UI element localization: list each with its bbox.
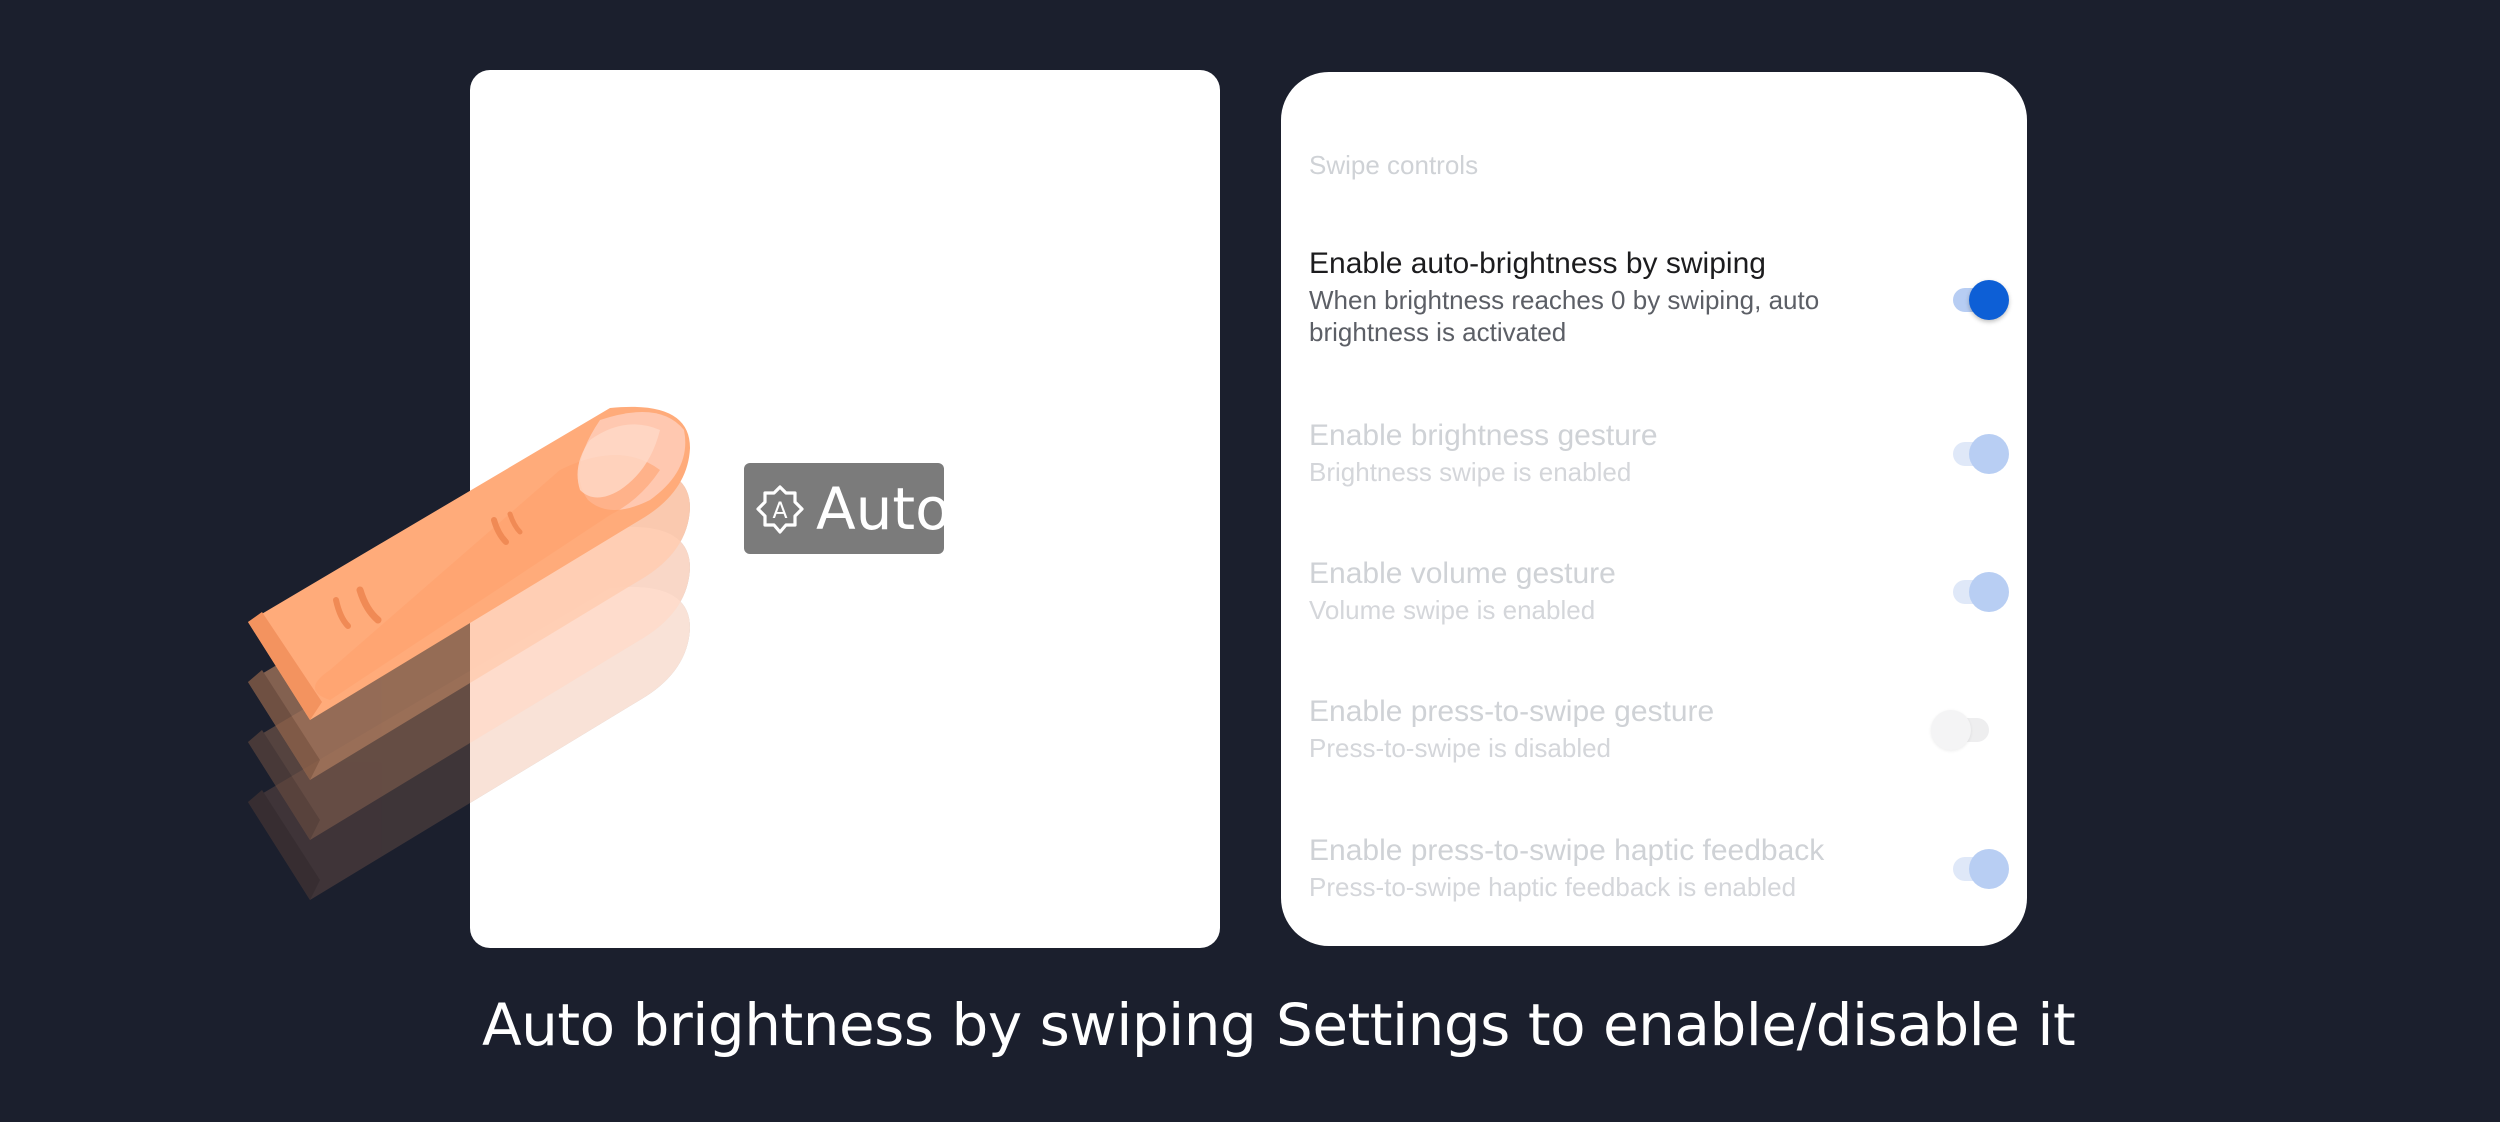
- section-header: Swipe controls: [1309, 150, 1479, 180]
- toggle-thumb: [1969, 572, 2009, 612]
- setting-subtitle: Press-to-swipe haptic feedback is enable…: [1309, 872, 1797, 902]
- setting-title: Enable press-to-swipe haptic feedback: [1309, 834, 1825, 867]
- brightness-gesture-toggle: [1947, 432, 2009, 474]
- swipe-finger-illustration: [248, 406, 690, 900]
- setting-title: Enable volume gesture: [1309, 557, 1616, 590]
- auto-label: Auto: [816, 474, 951, 543]
- press-to-swipe-haptic-toggle: [1947, 847, 2009, 889]
- setting-press-to-swipe-haptic: Enable press-to-swipe haptic feedback Pr…: [1309, 833, 2009, 903]
- toggle-thumb: [1969, 849, 2009, 889]
- toggle-thumb: [1969, 434, 2009, 474]
- setting-auto-brightness[interactable]: Enable auto-brightness by swiping When b…: [1309, 246, 2009, 348]
- auto-brightness-toggle[interactable]: [1947, 278, 2009, 320]
- setting-title: Enable press-to-swipe gesture: [1309, 695, 1715, 728]
- setting-subtitle: Press-to-swipe is disabled: [1309, 733, 1612, 763]
- setting-subtitle: When brightness reaches 0 by swiping, au…: [1309, 285, 1820, 347]
- left-caption: Auto brightness by swiping: [482, 991, 1257, 1059]
- svg-text:A: A: [772, 499, 787, 524]
- setting-subtitle: Volume swipe is enabled: [1309, 595, 1596, 625]
- auto-brightness-icon: A: [756, 484, 804, 534]
- settings-panel: [1281, 72, 2027, 946]
- setting-subtitle: Brightness swipe is enabled: [1309, 457, 1632, 487]
- setting-volume-gesture: Enable volume gesture Volume swipe is en…: [1309, 556, 2009, 626]
- auto-brightness-indicator: A Auto: [744, 463, 951, 554]
- setting-title: Enable auto-brightness by swiping: [1309, 247, 1766, 280]
- toggle-thumb: [1931, 710, 1971, 750]
- right-caption: Settings to enable/disable it: [1276, 991, 2076, 1059]
- setting-brightness-gesture: Enable brightness gesture Brightness swi…: [1309, 418, 2009, 488]
- setting-press-to-swipe: Enable press-to-swipe gesture Press-to-s…: [1309, 694, 2009, 764]
- setting-title: Enable brightness gesture: [1309, 419, 1658, 452]
- toggle-thumb: [1969, 280, 2009, 320]
- volume-gesture-toggle: [1947, 570, 2009, 612]
- press-to-swipe-toggle: [1931, 708, 1995, 750]
